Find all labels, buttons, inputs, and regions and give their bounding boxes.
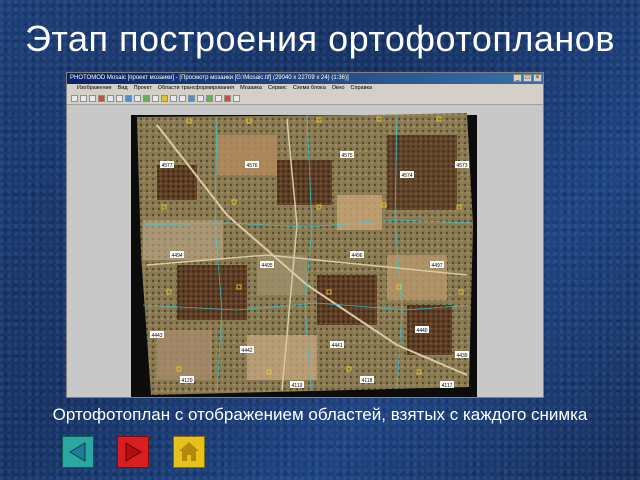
forest-patch [277, 160, 332, 205]
toolbar-pan-icon[interactable] [125, 95, 132, 102]
tile-label: 4442 [241, 348, 252, 354]
forest-patch [387, 135, 457, 210]
menu-item-help[interactable]: Справка [351, 84, 373, 93]
toolbar-zoom-in-icon[interactable] [107, 95, 114, 102]
home-button[interactable] [173, 436, 205, 468]
tile-label: 4494 [171, 253, 182, 259]
toolbar-settings-icon[interactable] [98, 95, 105, 102]
toolbar-seam-icon[interactable] [161, 95, 168, 102]
tile-label: 4443 [151, 333, 162, 339]
toolbar-layers-icon[interactable] [206, 95, 213, 102]
toolbar-save-icon[interactable] [80, 95, 87, 102]
toolbar-info-icon[interactable] [233, 95, 240, 102]
window-titlebar: PHOTOMOD Mosaic [проект мозаики] - [Прос… [67, 73, 543, 84]
toolbar-zoom-out-icon[interactable] [116, 95, 123, 102]
triangle-left-icon [62, 436, 94, 468]
toolbar-delete-icon[interactable] [179, 95, 186, 102]
tile-label: 4495 [261, 263, 272, 269]
menu-item-block-scheme[interactable]: Схема блока [293, 84, 326, 93]
menu-item-transform-areas[interactable]: Области трансформирования [158, 84, 234, 93]
toolbar-export-icon[interactable] [224, 95, 231, 102]
toolbar-edit-icon[interactable] [170, 95, 177, 102]
close-button[interactable]: × [533, 74, 542, 82]
minimize-button[interactable]: _ [513, 74, 522, 82]
menubar: Изображение Вид Проект Области трансформ… [67, 84, 543, 93]
tile-label: 4439 [456, 353, 467, 359]
tile-label: 4573 [456, 163, 467, 169]
tile-label: 4440 [416, 328, 427, 334]
triangle-right-icon [117, 436, 149, 468]
toolbar-open-icon[interactable] [71, 95, 78, 102]
toolbar-print-icon[interactable] [89, 95, 96, 102]
toolbar-select-icon[interactable] [134, 95, 141, 102]
application-window: PHOTOMOD Mosaic [проект мозаики] - [Прос… [66, 72, 544, 398]
toolbar-frame-icon[interactable] [188, 95, 195, 102]
forest-patch [407, 305, 452, 355]
menu-item-project[interactable]: Проект [134, 84, 152, 93]
tile-label: 4120 [181, 378, 192, 384]
maximize-button[interactable]: □ [523, 74, 532, 82]
tile-label: 4118 [362, 378, 373, 384]
field-patch [157, 330, 212, 380]
menu-item-mosaic[interactable]: Мозаика [240, 84, 262, 93]
tile-label: 4577 [161, 163, 172, 169]
orthophoto-mosaic: 4577 4576 4575 4574 4573 4494 4495 4496 … [137, 113, 473, 395]
tile-label: 4574 [401, 173, 412, 179]
tile-label: 4576 [246, 163, 257, 169]
menu-item-service[interactable]: Сервис [268, 84, 287, 93]
tile-label: 4496 [351, 253, 362, 259]
forest-patch [317, 275, 377, 325]
window-controls: _ □ × [513, 74, 542, 82]
mosaic-viewport[interactable]: 4577 4576 4575 4574 4573 4494 4495 4496 … [67, 105, 543, 397]
menu-item-view[interactable]: Вид [118, 84, 128, 93]
tile-label: 4119 [292, 383, 303, 389]
toolbar-color-icon[interactable] [215, 95, 222, 102]
field-patch [247, 335, 317, 380]
menu-item-image[interactable]: Изображение [77, 84, 112, 93]
toolbar-grid-icon[interactable] [197, 95, 204, 102]
toolbar [67, 93, 543, 105]
toolbar-area-icon[interactable] [143, 95, 150, 102]
field-patch [337, 195, 382, 230]
toolbar-polygon-icon[interactable] [152, 95, 159, 102]
tile-label: 4441 [331, 343, 342, 349]
window-title: PHOTOMOD Mosaic [проект мозаики] - [Прос… [70, 75, 349, 81]
slide-title: Этап построения ортофотопланов [25, 18, 615, 59]
tile-label: 4117 [442, 383, 453, 389]
tile-label: 4497 [431, 263, 442, 269]
field-patch [217, 135, 277, 175]
forest-patch [177, 265, 247, 320]
house-icon [173, 436, 205, 468]
back-button[interactable] [62, 436, 94, 468]
forward-button[interactable] [117, 436, 149, 468]
slide-caption: Ортофотоплан с отображением областей, вз… [52, 405, 588, 424]
tile-label: 4575 [341, 153, 352, 159]
menu-item-window[interactable]: Окно [332, 84, 345, 93]
